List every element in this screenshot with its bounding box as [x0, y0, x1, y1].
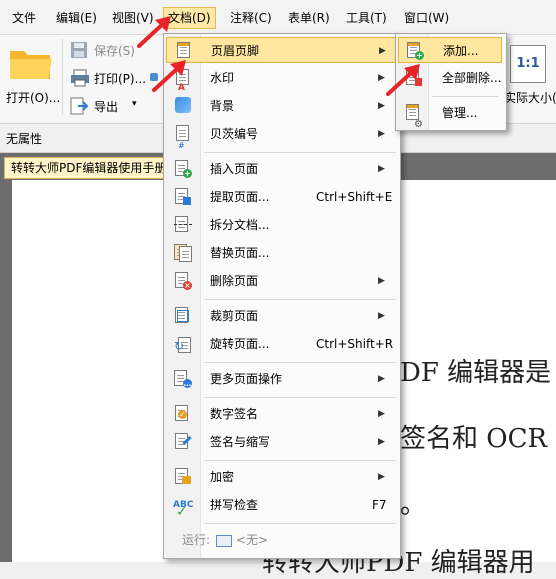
add-header-footer-icon: + [406, 42, 424, 60]
menu-item-encrypt[interactable]: 加密 ▶ [166, 464, 396, 490]
menu-item-rotate-page[interactable]: ↻ 旋转页面... Ctrl+Shift+R [166, 331, 396, 357]
menu-separator [204, 460, 396, 461]
actual-size-button[interactable]: 1:1 实际大小(A [504, 39, 556, 119]
menu-item-digital-signature[interactable]: ✓ 数字签名 ▶ [166, 401, 396, 427]
print-label: 打印(P)... [94, 72, 147, 86]
submenu-arrow-icon: ▶ [378, 437, 385, 447]
shortcut-label: Ctrl+Shift+R [316, 337, 394, 351]
spell-check-icon: ABC ✓ [173, 500, 194, 520]
menu-item-delete-page[interactable]: × 删除页面 ▶ [166, 268, 396, 294]
menu-item-more-page-operations[interactable]: … 更多页面操作 ▶ [166, 366, 396, 392]
menu-separator [432, 96, 498, 97]
properties-label: 无属性 [6, 132, 43, 146]
background-icon [174, 97, 192, 115]
manage-icon: ⚙ [405, 104, 423, 130]
menu-item-bates-numbering[interactable]: # 贝茨编号 ▶ [166, 121, 396, 150]
annotation-arrow [137, 16, 171, 48]
submenu-arrow-icon: ▶ [378, 164, 385, 174]
menu-separator [204, 397, 396, 398]
save-label: 保存(S) [94, 44, 135, 58]
document-menu: 页眉页脚 ▶ A 水印 ▶ 背景 ▶ # 贝茨编号 ▶ + 插入页面 ▶ 提取页… [163, 33, 401, 559]
annotation-arrow [152, 60, 186, 92]
menu-separator [204, 152, 396, 153]
annotation-arrow [386, 64, 420, 96]
submenu-arrow-icon: ▶ [378, 409, 385, 419]
lock-icon [174, 468, 192, 486]
open-label: 打开(O)... [6, 91, 61, 105]
more-pages-icon: … [174, 370, 192, 388]
menu-item-run: 运行: <无> [166, 527, 396, 553]
window-icon [216, 535, 232, 547]
run-label: 运行: [182, 533, 211, 547]
folder-icon [10, 51, 52, 79]
menu-item-crop-page[interactable]: 裁剪页面 ▶ [166, 303, 396, 329]
menu-separator [204, 362, 396, 363]
sign-initials-icon [174, 433, 192, 451]
actual-size-icon: 1:1 [510, 45, 546, 83]
delete-page-icon: × [174, 272, 192, 290]
menu-file[interactable]: 文件 [8, 8, 40, 28]
rotate-page-icon: ↻ [174, 335, 192, 353]
print-button[interactable]: 打印(P)... [68, 67, 160, 89]
run-value: <无> [236, 533, 269, 547]
replace-page-icon [174, 244, 192, 262]
insert-page-icon: + [174, 160, 192, 178]
menu-item-insert-page[interactable]: + 插入页面 ▶ [166, 156, 396, 182]
submenu-arrow-icon: ▶ [378, 374, 385, 384]
menu-item-add[interactable]: + 添加... [398, 37, 502, 63]
open-button[interactable]: 打开(O)... [6, 43, 60, 107]
menu-window[interactable]: 窗口(W) [400, 8, 453, 28]
crop-page-icon [174, 307, 192, 325]
submenu-arrow-icon: ▶ [378, 472, 385, 482]
shortcut-label: Ctrl+Shift+E [316, 190, 393, 204]
menu-item-split-document[interactable]: 拆分文档... [166, 212, 396, 238]
submenu-arrow-icon: ▶ [378, 276, 385, 286]
menu-item-replace-page[interactable]: 替换页面... [166, 240, 396, 266]
menu-tools[interactable]: 工具(T) [342, 8, 391, 28]
menu-separator [204, 299, 396, 300]
printer-icon [71, 69, 89, 87]
menu-bar: 文件 编辑(E) 视图(V) 文档(D) 注释(C) 表单(R) 工具(T) 窗… [0, 0, 556, 35]
digital-signature-icon: ✓ [174, 405, 192, 423]
menu-separator [204, 523, 396, 524]
doc-line: 签名和 OCR 等 [400, 424, 556, 454]
export-icon [70, 97, 88, 115]
save-icon [71, 42, 87, 58]
menu-item-manage[interactable]: ⚙ 管理... [398, 100, 502, 130]
menu-item-extract-page[interactable]: 提取页面... Ctrl+Shift+E [166, 184, 396, 210]
submenu-arrow-icon: ▶ [378, 311, 385, 321]
menu-item-watermark[interactable]: A 水印 ▶ [166, 65, 396, 93]
submenu-arrow-icon: ▶ [379, 46, 386, 56]
menu-comment[interactable]: 注释(C) [226, 8, 276, 28]
export-button[interactable]: 导出 ▾ [68, 95, 160, 117]
doc-line: DF 编辑器是 [400, 358, 552, 388]
menu-item-spell-check[interactable]: ABC ✓ 拼写检查 F7 [166, 492, 396, 520]
menu-item-sign-initials[interactable]: 签名与缩写 ▶ [166, 429, 396, 455]
doc-line: 。 [400, 490, 427, 520]
menu-item-background[interactable]: 背景 ▶ [166, 93, 396, 119]
export-label: 导出 [94, 100, 119, 114]
menu-item-header-footer[interactable]: 页眉页脚 ▶ [166, 37, 396, 63]
chevron-down-icon: ▾ [132, 99, 137, 109]
bates-numbering-icon: # [174, 125, 192, 150]
shortcut-label: F7 [372, 498, 387, 512]
ribbon-divider [62, 39, 63, 115]
menu-edit[interactable]: 编辑(E) [52, 8, 101, 28]
menu-form[interactable]: 表单(R) [284, 8, 334, 28]
extract-page-icon [174, 188, 192, 206]
split-document-icon [174, 216, 192, 234]
actual-size-label: 实际大小(A [504, 91, 556, 105]
submenu-arrow-icon: ▶ [378, 129, 385, 139]
